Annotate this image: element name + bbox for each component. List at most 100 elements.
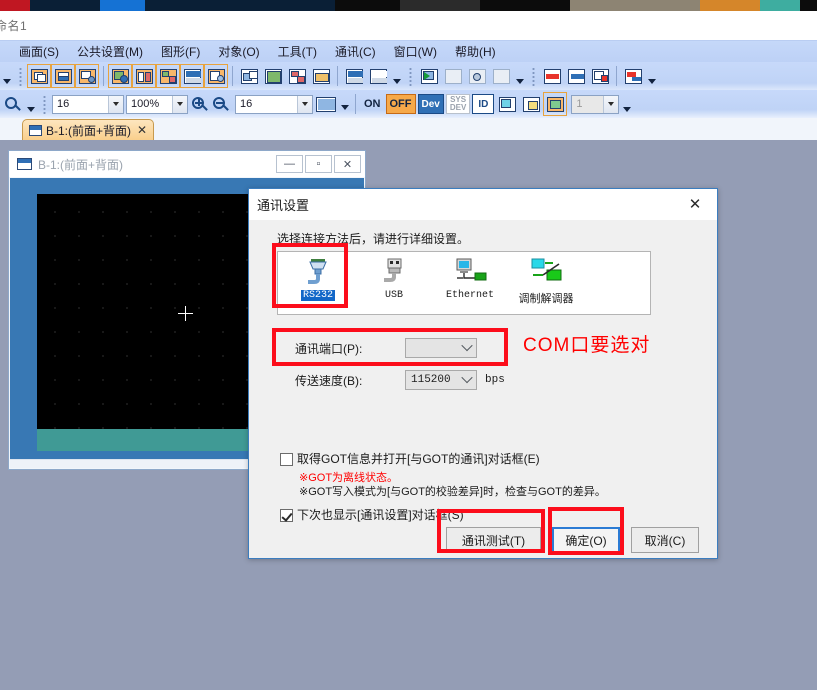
- mdi-window-controls: — ▫ ✕: [274, 155, 361, 173]
- toolbar-overflow-icon[interactable]: [1, 65, 12, 87]
- menu-common[interactable]: 公共设置(M): [68, 41, 152, 62]
- document-tabstrip: B-1:(前面+背面) ✕: [0, 118, 817, 140]
- document-tab-b1[interactable]: B-1:(前面+背面) ✕: [22, 119, 155, 140]
- toolbar-grip-handle[interactable]: [407, 66, 415, 86]
- open-folder-icon[interactable]: [310, 65, 332, 87]
- find-icon[interactable]: [1, 93, 23, 115]
- verify-with-got-icon[interactable]: [589, 65, 611, 87]
- zoom-in-icon[interactable]: [190, 95, 209, 114]
- write-to-got-icon[interactable]: [541, 65, 563, 87]
- highlight-ok-box: [548, 507, 624, 555]
- conn-usb[interactable]: USB: [356, 252, 432, 314]
- highlight-comm-test-box: [437, 509, 545, 553]
- got-info-checkbox-label: 取得GOT信息并打开[与GOT的通讯]对话框(E): [297, 452, 540, 466]
- chevron-down-icon[interactable]: [297, 95, 312, 113]
- preview-icon[interactable]: [204, 64, 228, 88]
- conn-ethernet[interactable]: Ethernet: [432, 252, 508, 314]
- screen-list-icon[interactable]: [132, 64, 156, 88]
- grid-style-icon[interactable]: [315, 93, 337, 115]
- conn-modem-label: 调制解调器: [518, 293, 574, 305]
- desktop-background-strip: [0, 0, 817, 11]
- close-icon[interactable]: ✕: [334, 155, 361, 173]
- menu-figure[interactable]: 图形(F): [152, 41, 209, 62]
- got-info-checkbox-row[interactable]: 取得GOT信息并打开[与GOT的通讯]对话框(E): [280, 452, 540, 466]
- conn-modem[interactable]: 调制解调器: [508, 252, 584, 314]
- read-from-got-icon[interactable]: [565, 65, 587, 87]
- layer-number-combo[interactable]: 1: [571, 94, 620, 114]
- new-screen-icon[interactable]: [27, 64, 51, 88]
- stop-simulator-icon[interactable]: [442, 65, 464, 87]
- toolbar-overflow-icon[interactable]: [25, 93, 36, 115]
- com-port-annotation: COM口要选对: [523, 335, 651, 356]
- magnifier-icon: [3, 95, 22, 114]
- toolbar-grip-handle[interactable]: [17, 66, 25, 86]
- baud-rate-select[interactable]: 115200: [405, 370, 477, 390]
- simulator-option-icon[interactable]: [466, 65, 488, 87]
- layer-front-icon[interactable]: [496, 93, 518, 115]
- conn-ethernet-label: Ethernet: [445, 290, 494, 301]
- menu-object[interactable]: 对象(O): [209, 41, 268, 62]
- open-screen-icon[interactable]: [51, 64, 75, 88]
- communication-setup-icon[interactable]: [622, 65, 644, 87]
- state-off-button[interactable]: OFF: [385, 94, 416, 114]
- device-display-button[interactable]: Dev: [417, 94, 444, 114]
- project-info-icon[interactable]: [108, 64, 132, 88]
- object-id-button[interactable]: ID: [472, 94, 495, 114]
- close-icon[interactable]: ✕: [675, 189, 715, 219]
- chevron-down-icon[interactable]: [108, 95, 123, 113]
- highlight-comm-port-box: [272, 328, 508, 366]
- toolbar-separator: [337, 66, 338, 86]
- baud-rate-value: 115200: [411, 374, 451, 386]
- usb-icon: [377, 257, 411, 287]
- show-next-checkbox[interactable]: [280, 509, 293, 522]
- screen-properties-icon[interactable]: [75, 64, 99, 88]
- grid-dropdown-icon[interactable]: [339, 95, 350, 113]
- crosshair-cursor: [178, 306, 193, 321]
- chevron-down-icon[interactable]: [172, 95, 187, 113]
- toolbar-overflow-icon[interactable]: [646, 65, 657, 87]
- ethernet-icon: [453, 257, 487, 287]
- got-verify-note: ※GOT写入模式为[与GOT的校验差异]时，检查与GOT的差异。: [299, 486, 606, 498]
- grid-size-combo[interactable]: 16: [235, 94, 313, 114]
- close-icon[interactable]: ✕: [137, 123, 147, 137]
- got-info-checkbox[interactable]: [280, 453, 293, 466]
- state-on-button[interactable]: ON: [361, 94, 384, 114]
- baud-rate-unit: bps: [485, 374, 505, 386]
- toolbar-grip-handle[interactable]: [530, 66, 538, 86]
- menu-tool[interactable]: 工具(T): [269, 41, 326, 62]
- dialog-titlebar: 通讯设置 ✕: [249, 189, 717, 220]
- toolbar-overflow-icon[interactable]: [621, 93, 632, 115]
- zoom-level-combo[interactable]: 100%: [126, 94, 188, 114]
- zoom-level-value: 100%: [131, 98, 160, 110]
- minimize-icon[interactable]: —: [276, 155, 303, 173]
- comment-list-icon[interactable]: [367, 65, 389, 87]
- simulator-info-icon[interactable]: [490, 65, 512, 87]
- paste-screen-icon[interactable]: [262, 65, 284, 87]
- font-size-combo[interactable]: 16: [52, 94, 124, 114]
- layer-both-icon[interactable]: [543, 92, 568, 116]
- toolbar-grip-handle[interactable]: [41, 94, 49, 114]
- toolbar-secondary: 16 100% 16 ON OFF Dev SYS DEV ID 1: [0, 90, 817, 118]
- toolbar-overflow-icon[interactable]: [391, 65, 402, 87]
- screen-icon: [29, 124, 42, 136]
- menu-comm[interactable]: 通讯(C): [326, 41, 385, 62]
- document-tab-label: B-1:(前面+背面): [46, 123, 132, 138]
- menubar: 画面(S) 公共设置(M) 图形(F) 对象(O) 工具(T) 通讯(C) 窗口…: [0, 40, 817, 62]
- toolbar-overflow-icon[interactable]: [514, 65, 525, 87]
- menu-help[interactable]: 帮助(H): [446, 41, 505, 62]
- run-simulator-icon[interactable]: [418, 65, 440, 87]
- restore-icon[interactable]: ▫: [305, 155, 332, 173]
- device-list-icon[interactable]: [343, 65, 365, 87]
- system-setting-icon[interactable]: [156, 64, 180, 88]
- menu-window[interactable]: 窗口(W): [385, 41, 446, 62]
- chevron-down-icon[interactable]: [603, 95, 619, 113]
- menu-screen[interactable]: 画面(S): [10, 41, 68, 62]
- sys-device-display-button[interactable]: SYS DEV: [445, 94, 471, 114]
- copy-screen-icon[interactable]: [238, 65, 260, 87]
- toolbar-separator: [616, 66, 617, 86]
- layer-back-icon[interactable]: [520, 93, 542, 115]
- delete-screen-icon[interactable]: [286, 65, 308, 87]
- cancel-button[interactable]: 取消(C): [631, 527, 699, 553]
- data-view-icon[interactable]: [180, 64, 204, 88]
- zoom-out-icon[interactable]: [211, 95, 230, 114]
